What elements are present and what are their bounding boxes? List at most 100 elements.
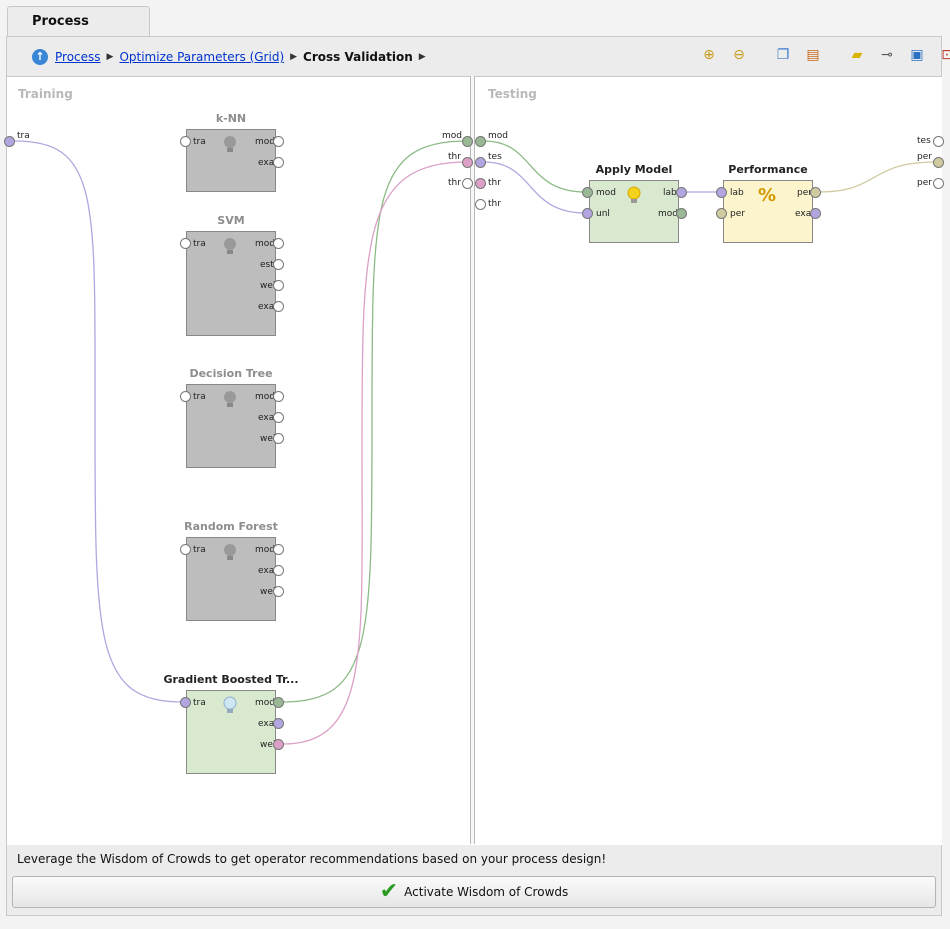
port-label: mod [596,188,616,198]
port-label: per [917,152,932,162]
operator-title: Performance [728,163,808,176]
lightbulb-icon [627,186,641,203]
port-training-tra[interactable] [4,136,15,147]
port-label: mod [255,545,275,555]
port-label: exa [258,413,275,423]
activate-wisdom-button[interactable]: ✔ Activate Wisdom of Crowds [12,876,936,908]
port-perf-out-examples[interactable] [810,208,821,219]
port-label: unl [596,209,610,219]
port-label: exa [258,719,275,729]
port-gbt-in[interactable] [180,697,191,708]
port-label: mod [255,137,275,147]
wisdom-of-crowds-message: Leverage the Wisdom of Crowds to get ope… [17,852,607,866]
port-label: exa [795,209,812,219]
port-label: mod [255,239,275,249]
wire-training-example [14,140,183,703]
port-label: exa [258,566,275,576]
lightbulb-icon [224,544,236,560]
port-svm-out[interactable] [273,238,284,249]
port-label: thr [488,199,501,209]
port-label: thr [448,178,461,188]
port-dt-out[interactable] [273,412,284,423]
port-label: tra [193,392,206,402]
port-label: mod [488,131,508,141]
port-rf-out[interactable] [273,565,284,576]
port-label: thr [488,178,501,188]
port-label: mod [255,392,275,402]
port-training-thr[interactable] [462,178,473,189]
operator-title: Random Forest [184,520,278,533]
activate-wisdom-label: Activate Wisdom of Crowds [404,885,569,899]
operator-title: k-NN [215,112,247,125]
operator-performance[interactable]: % lab per per exa [723,180,813,243]
port-knn-out[interactable] [273,136,284,147]
port-svm-out[interactable] [273,259,284,270]
port-perf-in-performance[interactable] [716,208,727,219]
port-perf-in-labelled[interactable] [716,187,727,198]
port-label: tra [193,698,206,708]
checkmark-icon: ✔ [379,879,399,904]
port-label: tra [193,137,206,147]
operator-apply-model[interactable]: mod unl lab mod [589,180,679,243]
port-testing-thr[interactable] [475,178,486,189]
operator-gradient-boosted-trees[interactable]: tra mod exa wei [186,690,276,774]
port-knn-in[interactable] [180,136,191,147]
port-label: tes [917,136,931,146]
port-gbt-out-examples[interactable] [273,718,284,729]
port-label: mod [442,131,462,141]
port-testing-thr[interactable] [475,199,486,210]
port-dt-out[interactable] [273,391,284,402]
port-apply-out-model[interactable] [676,208,687,219]
port-apply-in-unlabelled[interactable] [582,208,593,219]
port-training-mod[interactable] [462,136,473,147]
port-label: tra [193,239,206,249]
port-gbt-out-weights[interactable] [273,739,284,750]
port-testing-out-per[interactable] [933,178,944,189]
lightbulb-icon [223,696,237,713]
port-label: est [260,260,274,270]
port-dt-in[interactable] [180,391,191,402]
port-label: exa [258,158,275,168]
operator-knn[interactable]: tra mod exa [186,129,276,192]
port-label: tra [17,131,30,141]
port-apply-in-model[interactable] [582,187,593,198]
port-testing-tes[interactable] [475,157,486,168]
wire-gbt-model [282,140,468,703]
port-testing-out-tes[interactable] [933,136,944,147]
port-training-thr[interactable] [462,157,473,168]
port-svm-out[interactable] [273,301,284,312]
port-label: lab [663,188,677,198]
port-gbt-out-model[interactable] [273,697,284,708]
port-rf-in[interactable] [180,544,191,555]
port-label: exa [258,302,275,312]
port-label: per [917,178,932,188]
operator-title: Apply Model [595,163,673,176]
port-testing-out-per[interactable] [933,157,944,168]
port-dt-out[interactable] [273,433,284,444]
port-label: tra [193,545,206,555]
operator-decision-tree[interactable]: tra mod exa wei [186,384,276,468]
lightbulb-icon [224,136,236,152]
port-svm-in[interactable] [180,238,191,249]
port-perf-out-performance[interactable] [810,187,821,198]
operator-random-forest[interactable]: tra mod exa wei [186,537,276,621]
operator-title: Decision Tree [189,367,273,380]
lightbulb-icon [224,238,236,254]
operator-svm[interactable]: tra mod est wei exa [186,231,276,336]
port-label: tes [488,152,502,162]
operator-title: Gradient Boosted Tr... [163,673,299,686]
operator-title: SVM [217,214,245,227]
port-label: thr [448,152,461,162]
port-label: lab [730,188,744,198]
port-label: per [730,209,745,219]
port-testing-mod[interactable] [475,136,486,147]
port-svm-out[interactable] [273,280,284,291]
port-knn-out[interactable] [273,157,284,168]
port-label: mod [658,209,678,219]
port-rf-out[interactable] [273,586,284,597]
port-apply-out-labelled[interactable] [676,187,687,198]
port-label: mod [255,698,275,708]
lightbulb-icon [224,391,236,407]
percent-icon: % [758,185,777,206]
port-rf-out[interactable] [273,544,284,555]
